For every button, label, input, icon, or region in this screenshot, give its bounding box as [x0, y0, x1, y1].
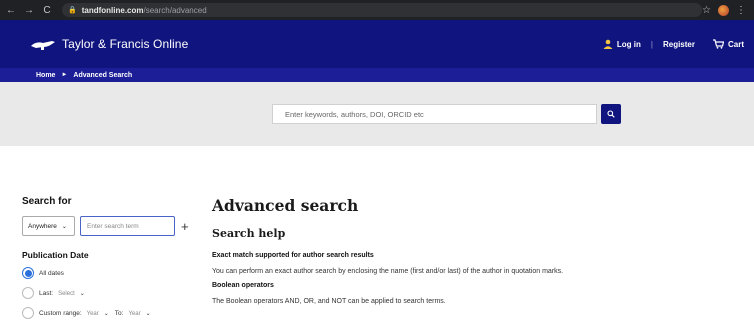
custom-range-radio[interactable] — [22, 307, 34, 319]
to-label: To: — [114, 309, 124, 317]
register-link[interactable]: Register — [663, 40, 695, 49]
add-term-button[interactable]: + — [181, 220, 189, 233]
bookmark-star-icon[interactable]: ☆ — [702, 5, 711, 16]
search-help-title: Search help — [212, 227, 286, 240]
from-year-select[interactable]: Year ⌄ — [87, 310, 109, 317]
browser-toolbar: ← → C 🔒 tandfonline.com /search/advanced… — [0, 0, 754, 20]
user-icon — [603, 39, 613, 49]
login-link[interactable]: Log in — [617, 40, 641, 49]
url-path: /search/advanced — [143, 5, 207, 15]
chevron-down-icon: ⌄ — [79, 290, 85, 297]
breadcrumb-current: Advanced Search — [73, 71, 133, 79]
field-select-value: Anywhere — [28, 222, 57, 230]
all-dates-label: All dates — [39, 269, 64, 277]
last-radio[interactable] — [22, 287, 34, 299]
boolean-heading: Boolean operators — [212, 282, 274, 289]
chevron-down-icon: ⌄ — [61, 223, 67, 230]
all-dates-option[interactable]: All dates — [22, 266, 202, 280]
breadcrumb-home[interactable]: Home — [36, 72, 55, 79]
url-host: tandfonline.com — [81, 5, 144, 15]
header-separator: | — [650, 39, 653, 49]
quick-search-button[interactable] — [601, 104, 621, 124]
publication-date-title: Publication Date — [22, 250, 89, 260]
boolean-text: The Boolean operators AND, OR, and NOT c… — [212, 298, 446, 305]
to-year-select[interactable]: Year ⌄ — [128, 310, 150, 317]
chevron-down-icon: ⌄ — [145, 310, 151, 317]
forward-icon[interactable]: → — [22, 5, 36, 16]
search-for-title: Search for — [22, 196, 72, 207]
last-select-value: Select — [58, 290, 75, 297]
page-title: Advanced search — [212, 196, 359, 215]
site-header: Taylor & Francis Online Log in | Registe… — [0, 20, 754, 68]
quick-search-input[interactable]: Enter keywords, authors, DOI, ORCID etc — [272, 104, 597, 124]
breadcrumb-arrow-icon: ► — [61, 72, 68, 78]
chevron-down-icon: ⌄ — [103, 310, 109, 317]
profile-avatar[interactable] — [718, 4, 729, 16]
from-year-value: Year — [86, 310, 99, 317]
site-logo[interactable]: Taylor & Francis Online — [30, 37, 188, 51]
reload-icon[interactable]: C — [40, 5, 54, 16]
address-bar[interactable]: 🔒 tandfonline.com /search/advanced — [62, 3, 702, 17]
field-select[interactable]: Anywhere ⌄ — [22, 216, 75, 236]
exact-match-text: You can perform an exact author search b… — [212, 268, 564, 275]
logo-text: Taylor & Francis Online — [62, 37, 189, 51]
last-option[interactable]: Last: Select ⌄ — [22, 286, 202, 300]
search-term-placeholder: Enter search term — [87, 222, 139, 230]
browser-menu-icon[interactable]: ⋮ — [736, 5, 746, 16]
search-filters: Search for Anywhere ⌄ Enter search term … — [22, 196, 202, 320]
quick-search-band: Enter keywords, authors, DOI, ORCID etc — [0, 82, 754, 146]
lock-icon: 🔒 — [68, 7, 77, 14]
back-icon[interactable]: ← — [4, 5, 18, 16]
custom-range-option[interactable]: Custom range: Year ⌄ To: Year ⌄ — [22, 306, 202, 320]
all-dates-radio[interactable] — [22, 267, 34, 279]
logo-lamp-icon — [31, 41, 55, 50]
quick-search-placeholder: Enter keywords, authors, DOI, ORCID etc — [285, 109, 424, 119]
search-term-input[interactable]: Enter search term — [80, 216, 175, 236]
cart-icon — [712, 39, 724, 49]
search-icon — [607, 110, 615, 118]
breadcrumb: Home ► Advanced Search — [0, 68, 754, 82]
last-label: Last: — [39, 289, 54, 297]
custom-range-label: Custom range: — [39, 309, 82, 317]
main-content: Advanced search Search help Exact match … — [212, 196, 742, 305]
to-year-value: Year — [128, 310, 141, 317]
exact-match-heading: Exact match supported for author search … — [212, 252, 374, 259]
last-select[interactable]: Select ⌄ — [58, 290, 85, 297]
cart-link[interactable]: Cart — [728, 40, 744, 49]
